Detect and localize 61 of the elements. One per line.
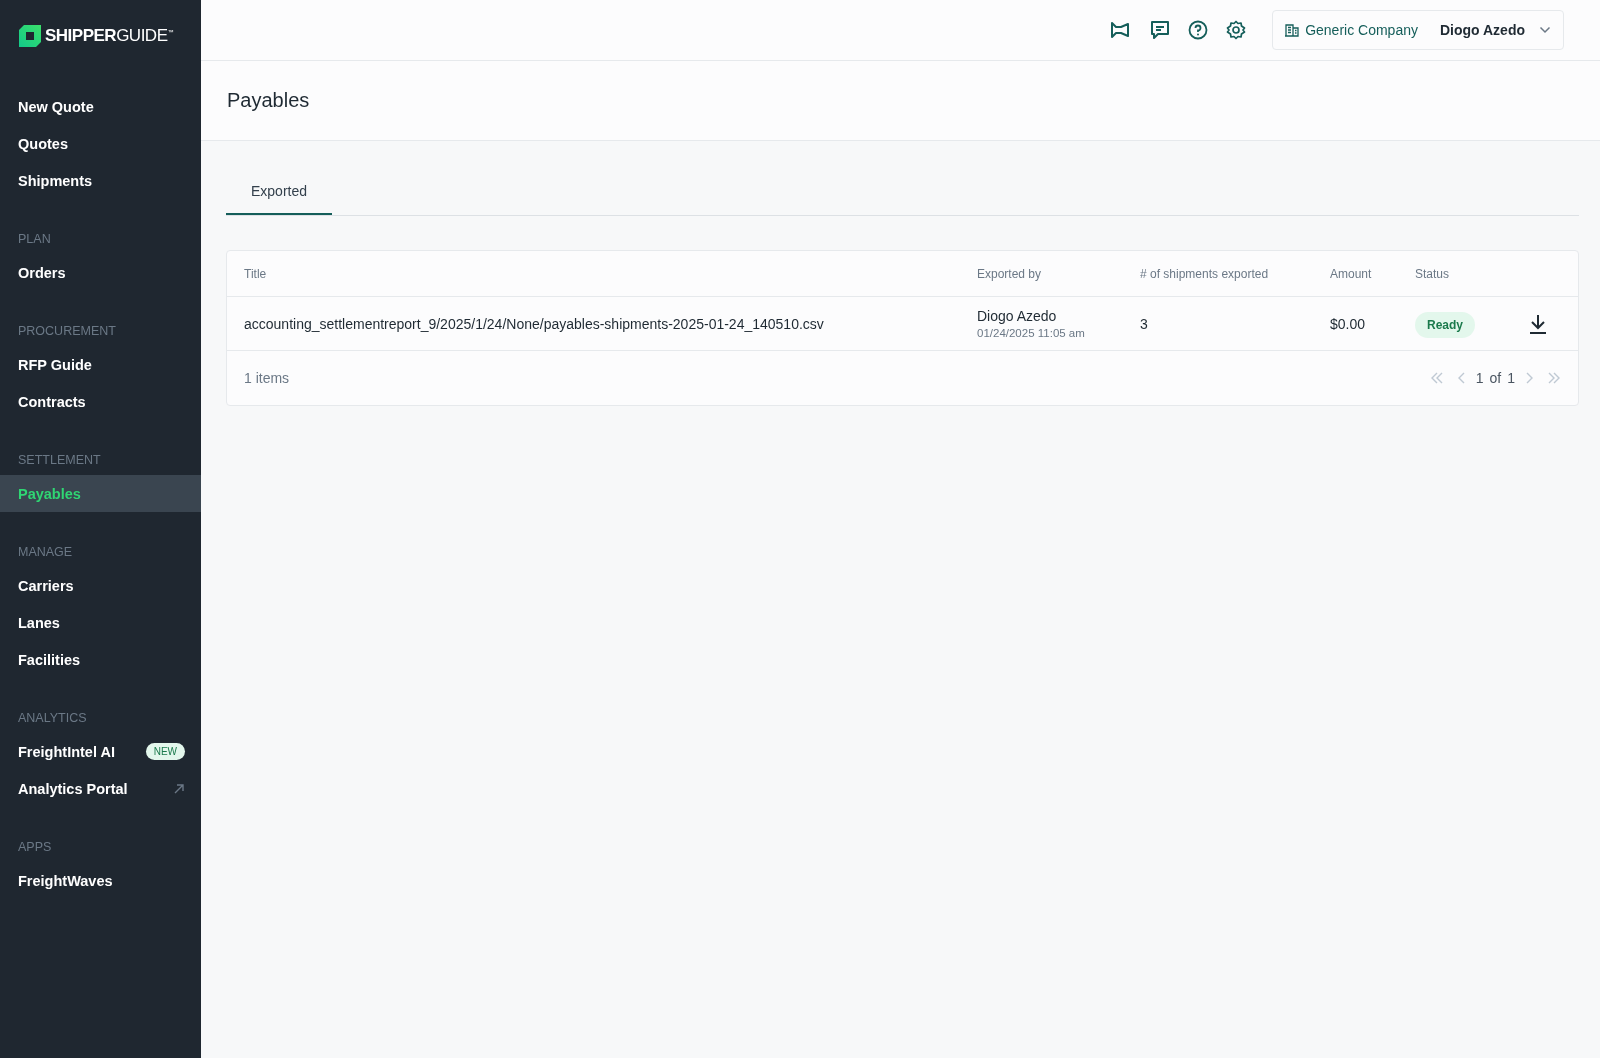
sidebar-item-label: Analytics Portal xyxy=(18,780,128,797)
section-heading: PLAN xyxy=(17,232,52,246)
sidebar-item[interactable]: RFP Guide xyxy=(0,346,201,383)
sidebar-item-label: Orders xyxy=(18,264,66,281)
tab[interactable]: Exported xyxy=(226,171,333,215)
section-heading: APPS xyxy=(17,840,53,854)
status-badge: Ready xyxy=(1415,311,1476,338)
download-icon[interactable] xyxy=(1528,313,1548,334)
column-header: Amount xyxy=(1330,266,1373,281)
sidebar-item-label: New Quote xyxy=(18,98,94,115)
current-page: 1 xyxy=(1475,370,1484,386)
section-heading: SETTLEMENT xyxy=(17,453,102,467)
column-header: Exported by xyxy=(977,266,1043,281)
sidebar-item-label: Contracts xyxy=(18,393,86,410)
sidebar-item-label: Payables xyxy=(18,485,81,502)
settings-icon[interactable] xyxy=(1226,20,1247,40)
section-heading: MANAGE xyxy=(17,545,74,559)
building-icon xyxy=(1285,23,1300,37)
chevron-down-icon xyxy=(1539,26,1551,34)
sidebar-item[interactable]: Analytics Portal xyxy=(0,770,201,807)
logo-icon xyxy=(19,25,41,47)
total-pages: 1 xyxy=(1507,370,1515,386)
sidebar-item[interactable]: Payables xyxy=(0,475,201,512)
company-name: Generic Company xyxy=(1305,22,1418,38)
table-cell-text: $0.00 xyxy=(1330,315,1367,332)
sidebar-item-label: RFP Guide xyxy=(18,356,92,373)
sidebar-item[interactable]: Lanes xyxy=(0,604,201,641)
page-title: Payables xyxy=(227,89,310,112)
sidebar-item-label: Quotes xyxy=(18,135,68,152)
chat-icon[interactable] xyxy=(1150,20,1171,40)
sidebar-item[interactable]: Shipments xyxy=(0,162,201,199)
sidebar-item[interactable]: Quotes xyxy=(0,125,201,162)
sidebar-item[interactable]: Facilities xyxy=(0,641,201,678)
user-name: Diogo Azedo xyxy=(1439,22,1525,38)
sidebar-item[interactable]: Carriers xyxy=(0,567,201,604)
sidebar-item[interactable]: New Quote xyxy=(0,88,201,125)
sidebar-item[interactable]: Contracts xyxy=(0,383,201,420)
account-menu-button[interactable]: Generic Company Diogo Azedo xyxy=(1272,10,1564,50)
sidebar-item[interactable]: Orders xyxy=(0,254,201,291)
sidebar-item-label: Shipments xyxy=(18,172,93,189)
column-header: Status xyxy=(1415,266,1451,281)
sidebar-item[interactable]: FreightIntel AI NEW xyxy=(0,733,201,770)
sidebar-item-label: Lanes xyxy=(18,614,60,631)
table-cell-text: Diogo Azedo xyxy=(977,308,1058,324)
item-count: 1 items xyxy=(244,370,290,386)
sidebar-item-label: Facilities xyxy=(18,651,81,668)
sidebar-item-label: FreightWaves xyxy=(18,872,113,889)
table-cell-text: accounting_settlementreport_9/2025/1/24/None/payables-shipments-2025-01-24_140510.csv xyxy=(244,315,825,332)
section-heading: PROCUREMENT xyxy=(17,324,117,338)
help-icon[interactable] xyxy=(1188,20,1209,40)
sidebar-item-label: Carriers xyxy=(18,577,74,594)
section-heading: ANALYTICS xyxy=(17,711,88,725)
new-badge: NEW xyxy=(145,743,185,760)
column-header: # of shipments exported xyxy=(1140,266,1270,281)
sidebar-item-label: FreightIntel AI xyxy=(18,743,115,760)
column-header: Title xyxy=(244,266,268,281)
export-date: 01/24/2025 11:05 am xyxy=(977,327,1086,339)
table-cell-text: 3 xyxy=(1140,315,1149,332)
page-of-label: of xyxy=(1489,370,1502,386)
logo-text: SHIPPERGUIDE$^{™}$ xyxy=(45,26,173,46)
sidebar-item[interactable]: FreightWaves xyxy=(0,862,201,899)
